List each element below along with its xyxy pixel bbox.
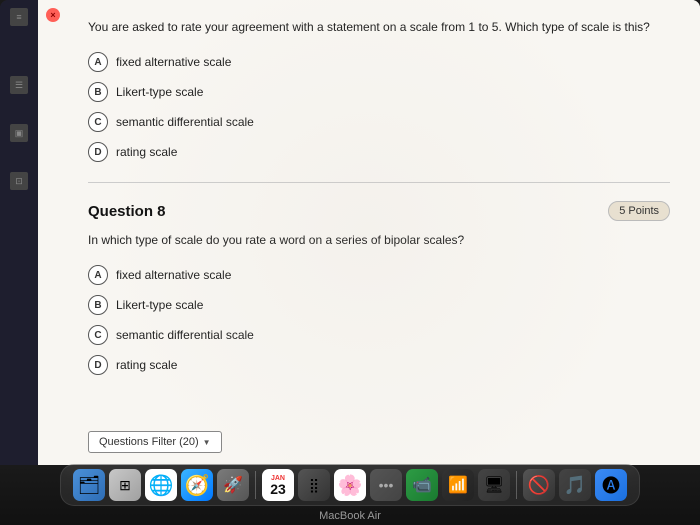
sidebar-icon-2: ☰ — [10, 76, 28, 94]
question7-text: You are asked to rate your agreement wit… — [88, 18, 670, 36]
close-button[interactable]: × — [46, 8, 60, 22]
option-label-d: rating scale — [116, 145, 177, 159]
question8-section: Question 8 5 Points In which type of sca… — [88, 201, 670, 375]
q8-option-circle-c: C — [88, 325, 108, 345]
filter-area: Questions Filter (20) ▼ — [88, 431, 222, 453]
window-controls: × — [46, 8, 60, 22]
option-circle-a: A — [88, 52, 108, 72]
dock-icon-grid-apps[interactable]: ⣿ — [298, 469, 330, 501]
question7-option-a[interactable]: A fixed alternative scale — [88, 52, 670, 72]
questions-filter-button[interactable]: Questions Filter (20) ▼ — [88, 431, 222, 453]
left-sidebar-strip: ≡ ☰ ▣ ⊡ — [0, 0, 38, 465]
sidebar-icon-4: ⊡ — [10, 172, 28, 190]
dock-icon-appstore[interactable]: 🅐 — [595, 469, 627, 501]
screen-bezel: ≡ ☰ ▣ ⊡ × You are asked to rate your agr… — [0, 0, 700, 465]
option-circle-d: D — [88, 142, 108, 162]
sidebar-icon-3: ▣ — [10, 124, 28, 142]
dock-icon-launchpad[interactable]: ⊞ — [109, 469, 141, 501]
q8-option-label-c: semantic differential scale — [116, 328, 254, 342]
q8-option-circle-a: A — [88, 265, 108, 285]
dock-icon-safari[interactable]: 🧭 — [181, 469, 213, 501]
q8-option-circle-b: B — [88, 295, 108, 315]
option-circle-c: C — [88, 112, 108, 132]
question8-option-a[interactable]: A fixed alternative scale — [88, 265, 670, 285]
dock-icon-rocket[interactable]: 🚀 — [217, 469, 249, 501]
dock-icon-screen[interactable]: 🖥 — [478, 469, 510, 501]
dock-icon-calendar[interactable]: JAN 23 — [262, 469, 294, 501]
option-label-c: semantic differential scale — [116, 115, 254, 129]
macbook-label: MacBook Air — [319, 510, 381, 525]
section-divider — [88, 182, 670, 183]
question8-option-c[interactable]: C semantic differential scale — [88, 325, 670, 345]
quiz-content: You are asked to rate your agreement wit… — [38, 0, 700, 425]
q8-option-label-b: Likert-type scale — [116, 298, 203, 312]
dock-icon-signal-bars[interactable]: 📶 — [442, 469, 474, 501]
dock-icon-facetime[interactable]: 📹 — [406, 469, 438, 501]
question8-text: In which type of scale do you rate a wor… — [88, 231, 670, 249]
question7-section: You are asked to rate your agreement wit… — [88, 18, 670, 162]
option-label-a: fixed alternative scale — [116, 55, 231, 69]
dock-area: 🗂 ⊞ 🌐 🧭 🚀 JAN 23 ⣿ 🌸 ••• 📹 📶 🖥 🚫 🎵 — [0, 465, 700, 525]
sidebar-icon-1: ≡ — [10, 8, 28, 26]
dock-icon-more[interactable]: ••• — [370, 469, 402, 501]
dropdown-arrow-icon: ▼ — [203, 438, 211, 447]
question7-option-c[interactable]: C semantic differential scale — [88, 112, 670, 132]
question7-options: A fixed alternative scale B Likert-type … — [88, 52, 670, 162]
option-circle-b: B — [88, 82, 108, 102]
dock-icon-photos[interactable]: 🌸 — [334, 469, 366, 501]
option-label-b: Likert-type scale — [116, 85, 203, 99]
dock-icon-blocked[interactable]: 🚫 — [523, 469, 555, 501]
question8-option-d[interactable]: D rating scale — [88, 355, 670, 375]
question8-title: Question 8 — [88, 203, 166, 220]
dock-icon-music[interactable]: 🎵 — [559, 469, 591, 501]
question8-header: Question 8 5 Points — [88, 201, 670, 221]
main-content-area: × You are asked to rate your agreement w… — [38, 0, 700, 465]
question8-options: A fixed alternative scale B Likert-type … — [88, 265, 670, 375]
q8-option-circle-d: D — [88, 355, 108, 375]
quiz-window: × You are asked to rate your agreement w… — [38, 0, 700, 465]
question7-option-d[interactable]: D rating scale — [88, 142, 670, 162]
question8-option-b[interactable]: B Likert-type scale — [88, 295, 670, 315]
question7-option-b[interactable]: B Likert-type scale — [88, 82, 670, 102]
dock: 🗂 ⊞ 🌐 🧭 🚀 JAN 23 ⣿ 🌸 ••• 📹 📶 🖥 🚫 🎵 — [60, 464, 640, 506]
dock-separator-2 — [516, 471, 517, 499]
q8-option-label-a: fixed alternative scale — [116, 268, 231, 282]
dock-icon-chrome[interactable]: 🌐 — [145, 469, 177, 501]
points-badge: 5 Points — [608, 201, 670, 221]
q8-option-label-d: rating scale — [116, 358, 177, 372]
filter-label: Questions Filter (20) — [99, 436, 199, 448]
dock-separator — [255, 471, 256, 499]
dock-icon-finder[interactable]: 🗂 — [73, 469, 105, 501]
